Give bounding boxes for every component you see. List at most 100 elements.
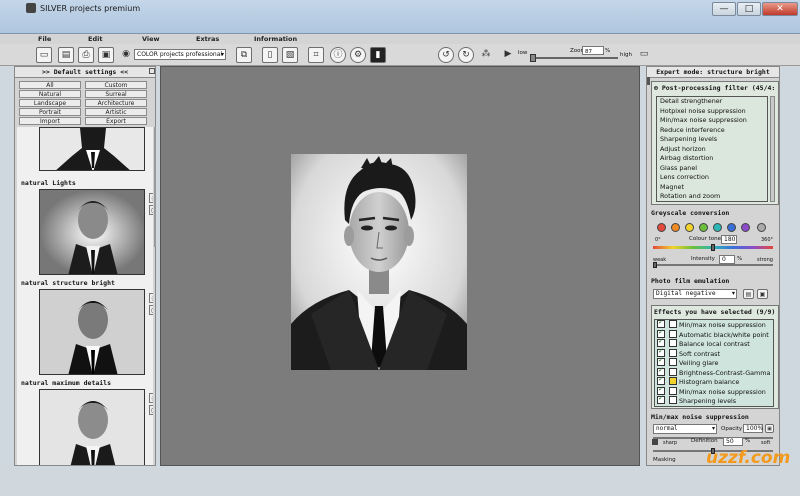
effect-visible-toggle[interactable] [669,386,677,395]
menu-view[interactable]: View [142,35,160,43]
category-artistic[interactable]: Artistic [85,108,147,116]
close-button[interactable]: ✕ [762,2,798,16]
neutral-filter-dot[interactable] [757,223,766,232]
settings-icon[interactable]: ⚙ [350,47,366,63]
filter-item[interactable]: Rotation and zoom [657,192,767,201]
filter-item[interactable]: Glass panel [657,164,767,174]
preset-thumbnail[interactable] [39,389,145,465]
category-landscape[interactable]: Landscape [19,99,81,107]
preset-favorite-icon[interactable]: ◌ [149,293,153,303]
effect-row[interactable]: Min/max noise suppression [655,385,773,397]
filter-item[interactable]: Detail strengthener [657,97,767,107]
effect-row[interactable]: Automatic black/white point [655,328,773,340]
save-icon[interactable]: ▣ [98,47,114,63]
crop-icon[interactable]: ⌗ [308,47,324,63]
category-architecture[interactable]: Architecture [85,99,147,107]
purple-filter-dot[interactable] [741,223,750,232]
preset-list-scrollbar[interactable] [154,127,156,247]
new-file-icon[interactable]: ▭ [36,47,52,63]
preset-select[interactable]: COLOR projects professional ▾ [134,49,226,60]
grid-icon[interactable]: ⁂ [478,47,494,63]
effect-row[interactable]: Soft contrast [655,347,773,359]
image-canvas[interactable] [160,66,640,466]
effect-row[interactable]: Min/max noise suppression [655,320,773,330]
orange-filter-dot[interactable] [671,223,680,232]
definition-input[interactable]: 50 [723,437,743,446]
effect-visible-toggle[interactable] [669,358,677,366]
expand-icon[interactable]: ⊕ [654,84,662,92]
rotate-right-icon[interactable]: ↻ [458,47,474,63]
zoom-input[interactable]: 87 [582,46,604,55]
document-icon[interactable]: ▯ [262,47,278,63]
menu-extras[interactable]: Extras [196,35,219,43]
preset-thumbnail[interactable] [39,127,145,171]
intensity-input[interactable]: 0 [719,255,735,264]
menu-file[interactable]: File [38,35,51,43]
red-filter-dot[interactable] [657,223,666,232]
effect-visible-toggle[interactable] [669,339,677,347]
minimize-button[interactable]: — [712,2,736,16]
preset-edit-icon[interactable]: ▢ [149,305,153,315]
filter-item[interactable]: Adjust horizon [657,145,767,155]
rotate-left-icon[interactable]: ↺ [438,47,454,63]
effect-visible-toggle[interactable] [669,320,677,328]
effect-row[interactable]: Sharpening levels [655,394,773,406]
info-icon[interactable]: ⓘ [330,47,346,63]
compare-icon[interactable]: ⧉ [236,47,252,63]
blend-mode-select[interactable]: normal ▾ [653,424,717,434]
preset-edit-icon[interactable]: ▢ [149,405,153,415]
blue-filter-dot[interactable] [727,223,736,232]
category-all[interactable]: All [19,81,81,89]
preset-thumbnail[interactable] [39,189,145,275]
color-projects-icon[interactable]: ◉ [118,47,134,63]
intensity-slider-track[interactable] [653,264,773,266]
filter-item[interactable]: Sharpening levels [657,135,767,145]
image-export-icon[interactable]: ▧ [282,47,298,63]
effect-visible-toggle[interactable] [669,329,677,338]
filter-item[interactable]: Magnet [657,183,767,193]
effect-visible-toggle[interactable] [669,377,677,385]
quality-slider-handle[interactable] [530,54,536,62]
filter-item[interactable]: Lens correction [657,173,767,183]
category-surreal[interactable]: Surreal [85,90,147,98]
effect-row[interactable]: Balance local contrast [655,337,773,349]
menu-information[interactable]: Information [254,35,297,43]
effect-visible-toggle[interactable] [669,348,677,357]
cyan-filter-dot[interactable] [713,223,722,232]
effect-checkbox[interactable] [657,394,665,404]
panel-close-icon[interactable] [149,68,155,74]
opacity-settings-icon[interactable]: ▣ [765,424,774,433]
preset-favorite-icon[interactable]: ◌ [149,193,153,203]
yellow-filter-dot[interactable] [685,223,694,232]
category-portrait[interactable]: Portrait [19,108,81,116]
effect-visible-toggle[interactable] [669,367,677,376]
opacity-input[interactable]: 100% [743,424,763,433]
effect-visible-toggle[interactable] [669,396,677,404]
filter-item[interactable]: Reduce interference [657,126,767,136]
film-open-icon[interactable]: ▤ [743,289,754,299]
effect-row[interactable]: Histogram balance [655,375,773,387]
film-icon[interactable]: ▮ [370,47,386,63]
colour-tone-input[interactable]: 180 [721,235,737,244]
green-filter-dot[interactable] [699,223,708,232]
film-select[interactable]: Digital negative ▾ [653,289,737,299]
effect-row[interactable]: Veiling glare [655,356,773,368]
camera-icon[interactable]: ▶ [500,47,516,63]
maximize-button[interactable]: □ [737,2,761,16]
panel-collapse-icon[interactable] [647,77,650,85]
menu-edit[interactable]: Edit [88,35,102,43]
export-button[interactable]: Export [85,117,147,125]
filter-list-scrollbar[interactable] [770,96,775,202]
fullscreen-icon[interactable]: ▭ [636,47,652,63]
filter-item[interactable]: Airbag distortion [657,154,767,164]
film-settings-icon[interactable]: ▣ [757,289,768,299]
filter-item[interactable]: Min/max noise suppression [657,116,767,126]
preset-thumbnail[interactable] [39,289,145,375]
preset-edit-icon[interactable]: ▢ [149,205,153,215]
expand-arrow-icon[interactable] [652,439,658,445]
filter-item[interactable]: Hotpixel noise suppression [657,107,767,117]
category-natural[interactable]: Natural [19,90,81,98]
hue-slider-handle[interactable] [711,244,715,251]
intensity-slider-handle[interactable] [653,262,657,268]
effect-row[interactable]: Brightness-Contrast-Gamma [655,366,773,378]
